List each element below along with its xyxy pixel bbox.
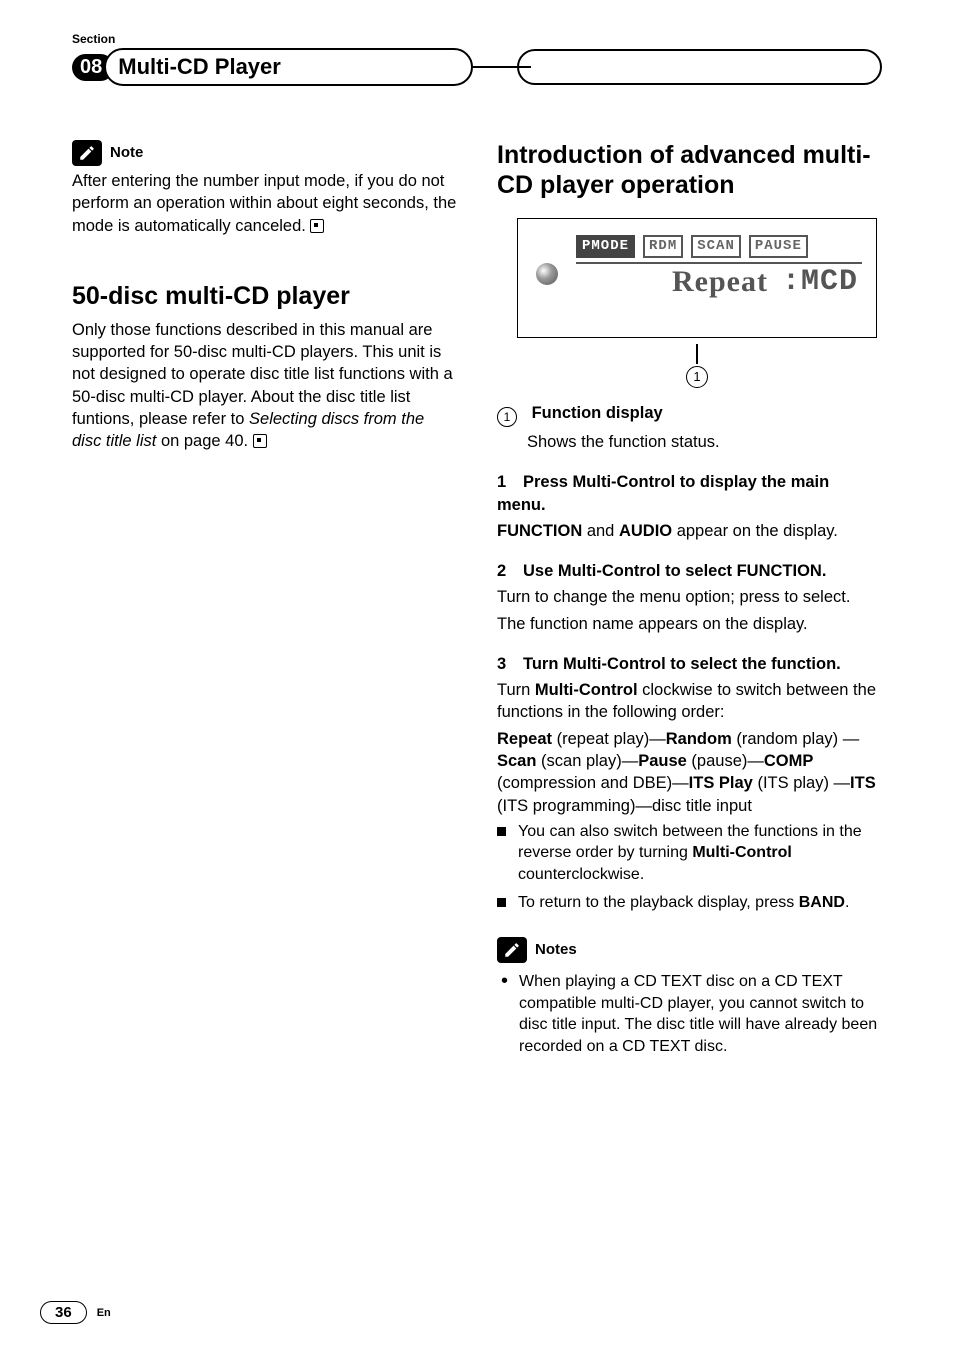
function-display-label-row: 1 Function display [497, 402, 882, 427]
step1-head: 1Press Multi-Control to display the main… [497, 471, 882, 516]
p1-tail: on page 40. [156, 432, 248, 450]
b1b: Multi-Control [692, 844, 792, 861]
chapter-header: 08 Multi-CD Player [72, 48, 882, 86]
paragraph-50disc: Only those functions described in this m… [72, 319, 457, 453]
end-of-section-icon [310, 219, 324, 233]
b2c: . [845, 894, 849, 911]
heading-50disc: 50-disc multi-CD player [72, 281, 457, 311]
seq-scan: Scan [497, 752, 536, 770]
step2-head-text: Use Multi-Control to select FUNCTION. [523, 562, 826, 580]
step1-tail: appear on the display. [672, 522, 838, 540]
chapter-title: Multi-CD Player [104, 48, 472, 86]
step2-head: 2Use Multi-Control to select FUNCTION. [497, 560, 882, 582]
square-bullet-icon [497, 827, 506, 836]
display-main-row: Repeat :MCD [532, 262, 862, 303]
callout-ref-number: 1 [497, 407, 517, 427]
seq-pause: Pause [638, 752, 687, 770]
step2-line2: The function name appears on the display… [497, 613, 882, 635]
indicator-pmode: PMODE [576, 235, 635, 258]
heading-intro-advanced: Introduction of advanced multi-CD player… [497, 140, 882, 200]
pencil-icon [497, 937, 527, 963]
callout-number: 1 [686, 366, 708, 388]
tip-return-playback: To return to the playback display, press… [497, 892, 882, 918]
end-of-section-icon [253, 434, 267, 448]
seq-comp-p: (compression and DBE)— [497, 774, 689, 792]
step3-line1: Turn Multi-Control clockwise to switch b… [497, 679, 882, 724]
step1-kw-function: FUNCTION [497, 522, 582, 540]
page-footer: 36 En [40, 1301, 111, 1324]
step3-head-text: Turn Multi-Control to select the functio… [523, 655, 841, 673]
callout-leader-line [696, 344, 698, 364]
b1a: You can also switch between the function… [518, 823, 862, 862]
note-body-text: After entering the number input mode, if… [72, 172, 456, 235]
page-number: 36 [40, 1301, 87, 1324]
notes-list: When playing a CD TEXT disc on a CD TEXT… [497, 971, 882, 1057]
section-label: Section [72, 32, 882, 46]
function-display-desc: Shows the function status. [497, 431, 882, 453]
display-function-value: :MCD [782, 262, 858, 303]
s3b: Multi-Control [535, 681, 638, 699]
pencil-icon [72, 140, 102, 166]
indicator-rdm: RDM [643, 235, 683, 258]
note-heading: Note [72, 140, 143, 166]
seq-pause-p: (pause)— [687, 752, 764, 770]
left-column: Note After entering the number input mod… [72, 140, 457, 1062]
seq-itsplay-p: (ITS play) — [753, 774, 850, 792]
right-column: Introduction of advanced multi-CD player… [497, 140, 882, 1062]
step3-head: 3Turn Multi-Control to select the functi… [497, 653, 882, 675]
step1-head-text: Press Multi-Control to display the main … [497, 473, 829, 513]
b2a: To return to the playback display, press [518, 894, 799, 911]
seq-random: Random [666, 730, 732, 748]
header-decoration-bubble [517, 49, 882, 85]
step2-line1: Turn to change the menu option; press to… [497, 586, 882, 608]
language-code: En [97, 1307, 111, 1319]
notes-heading: Notes [497, 937, 577, 963]
b1c: counterclockwise. [518, 866, 644, 883]
note-body: After entering the number input mode, if… [72, 170, 457, 237]
s3a: Turn [497, 681, 535, 699]
square-bullet-icon [497, 898, 506, 907]
seq-its-p: (ITS programming)—disc title input [497, 797, 752, 815]
step1-mid: and [582, 522, 619, 540]
notes-item: When playing a CD TEXT disc on a CD TEXT… [519, 971, 882, 1057]
note-label: Note [110, 143, 143, 163]
seq-repeat: Repeat [497, 730, 552, 748]
knob-icon [536, 263, 558, 285]
seq-repeat-p: (repeat play)— [552, 730, 666, 748]
function-sequence: Repeat (repeat play)—Random (random play… [497, 728, 882, 817]
indicator-scan: SCAN [691, 235, 741, 258]
tip-reverse-order: You can also switch between the function… [497, 821, 882, 890]
b2b: BAND [799, 894, 845, 911]
function-display-label: Function display [532, 404, 663, 422]
seq-random-p: (random play) — [732, 730, 859, 748]
display-indicator-row: PMODE RDM SCAN PAUSE [576, 235, 862, 258]
notes-label: Notes [535, 940, 577, 960]
display-function-name: Repeat [672, 262, 768, 303]
seq-its: ITS [850, 774, 876, 792]
indicator-pause: PAUSE [749, 235, 808, 258]
step1-kw-audio: AUDIO [619, 522, 672, 540]
seq-itsplay: ITS Play [689, 774, 753, 792]
lcd-display-illustration: PMODE RDM SCAN PAUSE Repeat :MCD [517, 218, 877, 338]
step1-body: FUNCTION and AUDIO appear on the display… [497, 520, 882, 542]
seq-comp: COMP [764, 752, 814, 770]
seq-scan-p: (scan play)— [536, 752, 638, 770]
